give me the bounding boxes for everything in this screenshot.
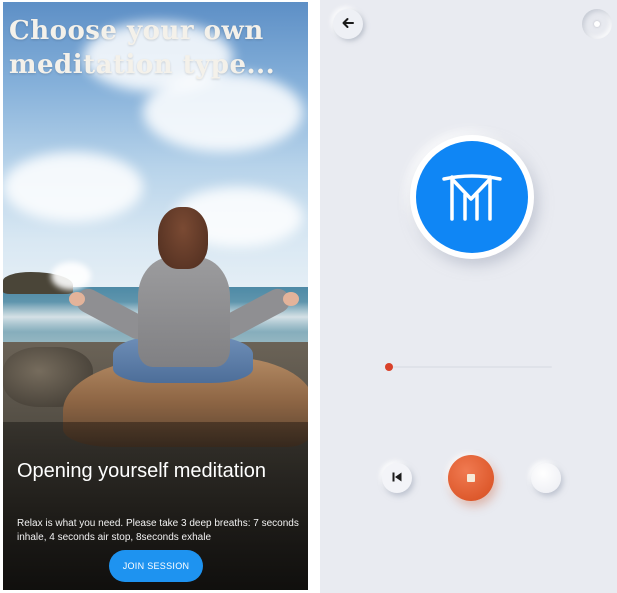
session-title: Opening yourself meditation <box>17 460 267 482</box>
dot-button-icon <box>594 21 600 27</box>
woman-hair <box>158 207 208 269</box>
woman-torso <box>138 257 230 367</box>
cloud <box>143 72 303 152</box>
skip-previous-icon <box>391 471 403 486</box>
page-headline: Choose your own meditation type... <box>9 16 276 80</box>
playback-progress[interactable] <box>385 363 552 371</box>
stop-button[interactable] <box>448 455 494 501</box>
m-logo-icon <box>432 155 512 239</box>
player-screen <box>320 0 617 593</box>
background-photo <box>3 2 308 590</box>
arrow-left-icon <box>341 16 355 33</box>
app-logo <box>410 135 534 259</box>
logo-disc <box>416 141 528 253</box>
join-session-button[interactable]: JOIN SESSION <box>109 550 203 582</box>
meditation-chooser-screen: Choose your own meditation type... Openi… <box>3 2 308 590</box>
stop-icon <box>467 474 475 482</box>
woman-left-hand <box>69 292 85 306</box>
previous-button[interactable] <box>382 463 412 493</box>
blank-circle-button[interactable] <box>531 463 561 493</box>
session-description: Relax is what you need. Please take 3 de… <box>17 518 299 543</box>
woman-right-hand <box>283 292 299 306</box>
wave-splash <box>51 262 91 290</box>
progress-knob[interactable] <box>385 363 394 371</box>
back-button[interactable] <box>333 9 363 39</box>
options-button[interactable] <box>582 9 612 39</box>
cloud <box>3 152 143 222</box>
page: Choose your own meditation type... Openi… <box>0 0 617 593</box>
